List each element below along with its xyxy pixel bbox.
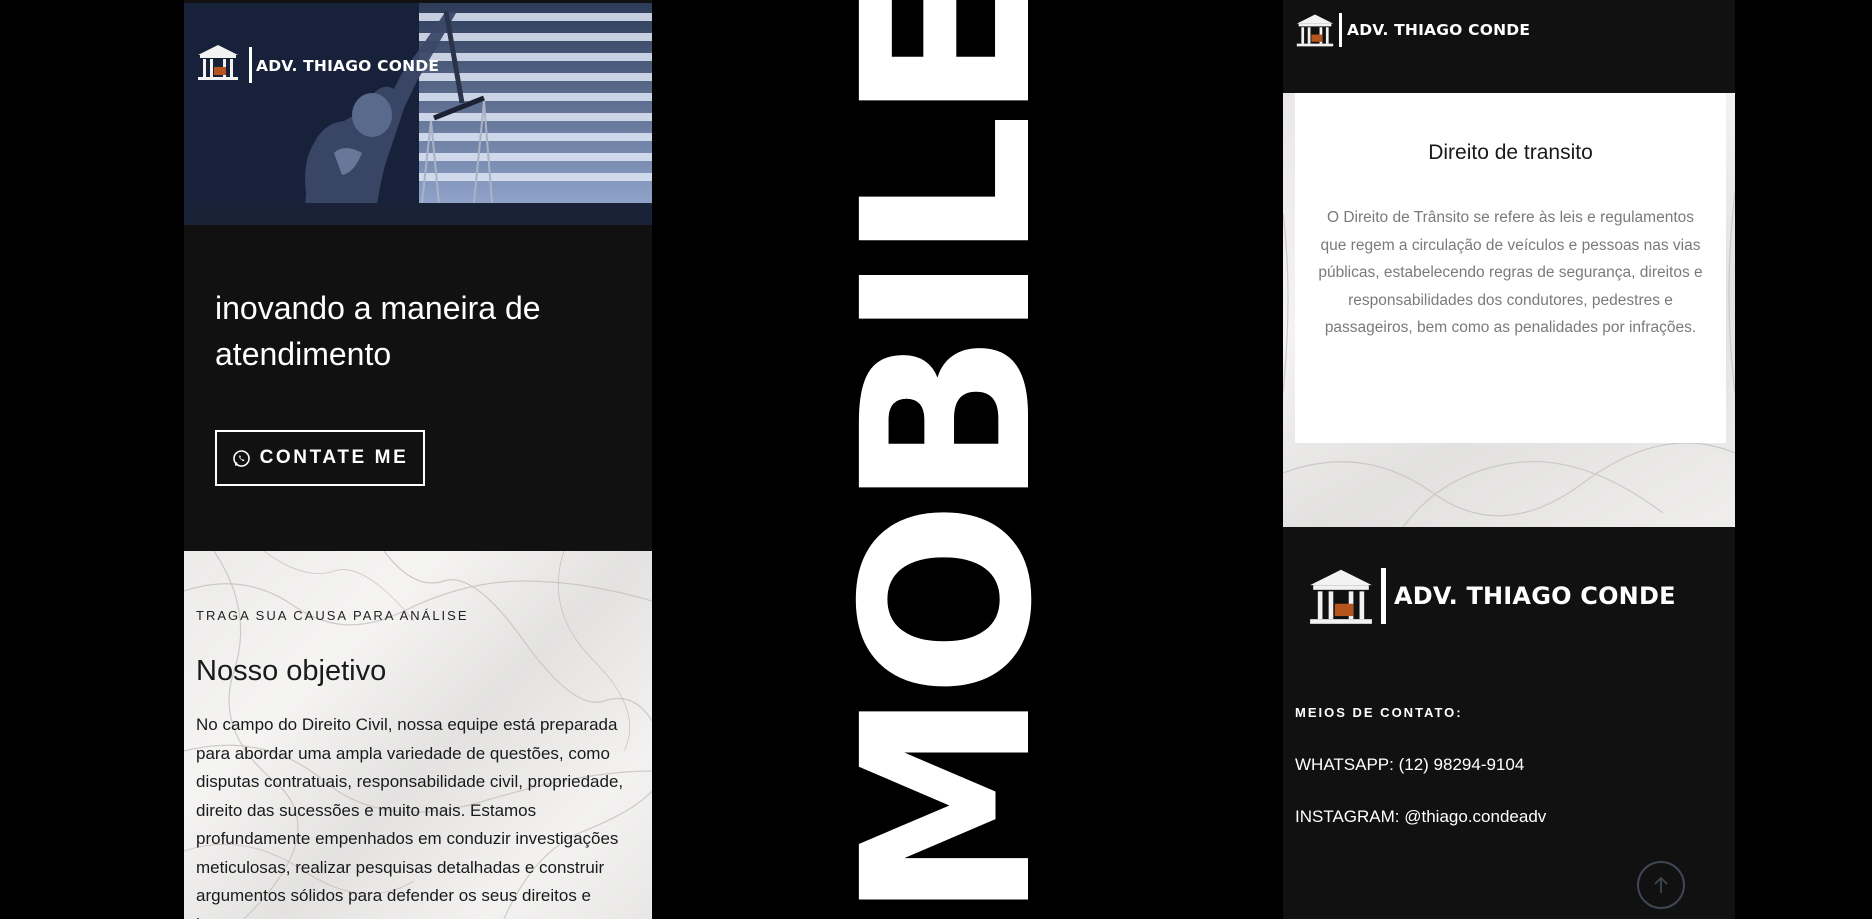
whatsapp-icon xyxy=(232,449,251,468)
brand-name: ADV. THIAGO CONDE xyxy=(1347,21,1531,39)
arrow-up-icon xyxy=(1654,876,1668,893)
courthouse-gavel-icon xyxy=(1310,569,1372,624)
service-card-body: O Direito de Trânsito se refere às leis … xyxy=(1318,209,1703,336)
site-footer: ADV. THIAGO CONDE MEIOS DE CONTATO: WHAT… xyxy=(1283,527,1735,919)
objective-section: TRAGA SUA CAUSA PARA ANÁLISE Nosso objet… xyxy=(184,551,652,919)
whatsapp-contact-link[interactable]: WHATSAPP: (12) 98294-9104 xyxy=(1295,755,1524,775)
section-title: Nosso objetivo xyxy=(196,655,387,687)
service-card: Direito de transito O Direito de Trânsit… xyxy=(1295,93,1726,443)
section-body: No campo do Direito Civil, nossa equipe … xyxy=(196,715,624,919)
logo-divider xyxy=(1339,13,1342,47)
brand-name: ADV. THIAGO CONDE xyxy=(256,57,440,75)
justice-statue-illustration xyxy=(184,3,652,225)
left-phone-screen: ADV. THIAGO CONDE inovando a maneira de … xyxy=(184,0,652,919)
hero-section: inovando a maneira de atendimento CONTAT… xyxy=(184,225,652,551)
service-section: Direito de transito O Direito de Trânsit… xyxy=(1283,93,1735,527)
courthouse-gavel-icon xyxy=(1296,14,1334,47)
showcase-canvas: ADV. THIAGO CONDE inovando a maneira de … xyxy=(0,0,1872,919)
header-logo-right[interactable]: ADV. THIAGO CONDE xyxy=(1295,12,1530,48)
section-eyebrow: TRAGA SUA CAUSA PARA ANÁLISE xyxy=(196,608,469,623)
service-card-title: Direito de transito xyxy=(1428,141,1593,164)
header-logo-left[interactable]: ADV. THIAGO CONDE xyxy=(256,57,439,75)
contact-heading: MEIOS DE CONTATO: xyxy=(1295,705,1463,720)
instagram-contact-link[interactable]: INSTAGRAM: @thiago.condeadv xyxy=(1295,807,1546,827)
contact-me-label: CONTATE ME xyxy=(259,447,409,468)
footer-brand-name: ADV. THIAGO CONDE xyxy=(1394,582,1676,610)
right-phone-screen: ADV. THIAGO CONDE Direito de transito O … xyxy=(1283,0,1735,919)
logo-divider xyxy=(1381,568,1386,624)
hero-image-justice-statue: ADV. THIAGO CONDE xyxy=(184,3,652,225)
hero-headline: inovando a maneira de atendimento xyxy=(215,290,541,372)
scroll-to-top-button[interactable] xyxy=(1637,861,1685,909)
contact-me-button[interactable]: CONTATE ME xyxy=(215,430,425,486)
mobile-vertical-label: MOBILE xyxy=(813,0,1083,919)
right-header: ADV. THIAGO CONDE xyxy=(1283,0,1735,93)
footer-logo[interactable]: ADV. THIAGO CONDE xyxy=(1307,565,1676,627)
